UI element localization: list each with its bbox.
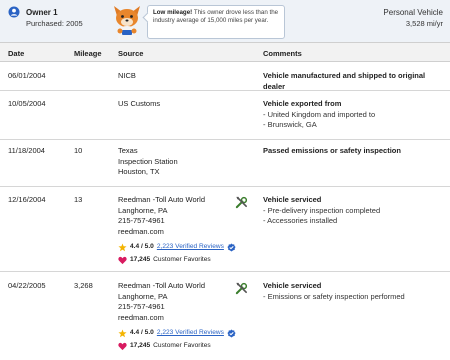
service-tools-icon	[235, 282, 248, 295]
table-row: 11/18/2004 10 Texas Inspection Station H…	[0, 140, 450, 187]
rating-value: 4.4 / 5.0	[130, 329, 154, 337]
column-header-date: Date	[8, 49, 25, 58]
dealer-location: Langhorne, PA	[118, 205, 168, 215]
comment-title: Passed emissions or safety inspection	[263, 146, 401, 155]
favorites-count: 17,245	[130, 342, 151, 350]
owner-header: Owner 1 Purchased: 2005 Low mileage! Thi…	[0, 0, 450, 42]
row-source: Reedman -Toll Auto World Langhorne, PA 2…	[118, 281, 236, 352]
source-line: NICB	[118, 71, 136, 80]
comment-item: - Emissions or safety inspection perform…	[263, 291, 405, 301]
comment-item: - Brunswick, GA	[263, 120, 317, 129]
source-line: Inspection Station	[118, 156, 178, 166]
history-table-header: Date Mileage Source Comments	[0, 42, 450, 62]
row-mileage: 10	[74, 146, 83, 155]
dealer-name: Reedman -Toll Auto World	[118, 195, 205, 204]
owner-person-icon	[8, 6, 20, 18]
customer-favorites: 17,245 Customer Favorites	[118, 341, 236, 352]
verified-badge-icon	[227, 243, 236, 252]
dealer-phone: 215-757-4961	[118, 216, 165, 225]
row-comment: Vehicle exported from - United Kingdom a…	[263, 99, 447, 131]
verified-reviews-link[interactable]: 2,223 Verified Reviews	[157, 328, 224, 339]
star-icon	[118, 329, 127, 338]
row-mileage: 13	[74, 195, 83, 204]
source-line: Texas	[118, 146, 138, 155]
row-date: 11/18/2004	[8, 146, 45, 155]
column-header-mileage: Mileage	[74, 49, 102, 58]
row-source: US Customs	[118, 99, 160, 110]
column-header-source: Source	[118, 49, 144, 58]
row-source: Reedman -Toll Auto World Langhorne, PA 2…	[118, 195, 236, 266]
table-row: 12/16/2004 13 Reedman -Toll Auto World L…	[0, 187, 450, 272]
comment-title: Vehicle serviced	[263, 195, 322, 204]
verified-reviews-link[interactable]: 2,223 Verified Reviews	[157, 242, 224, 253]
row-source: NICB	[118, 71, 136, 82]
row-date: 04/22/2005	[8, 281, 46, 290]
verified-badge-icon	[227, 329, 236, 338]
comment-item: - Accessories installed	[263, 216, 338, 225]
owner-title: Owner 1	[26, 8, 58, 17]
dealer-website: reedman.com	[118, 226, 164, 236]
vehicle-type: Personal Vehicle	[383, 8, 443, 17]
owner-purchased: Purchased: 2005	[26, 19, 83, 28]
table-row: 04/22/2005 3,268 Reedman -Toll Auto Worl…	[0, 272, 450, 360]
heart-icon	[118, 342, 127, 351]
dealer-phone: 215-757-4961	[118, 302, 165, 311]
dealer-website: reedman.com	[118, 312, 164, 322]
rating-value: 4.4 / 5.0	[130, 243, 154, 251]
customer-favorites: 17,245 Customer Favorites	[118, 255, 236, 266]
row-comment: Vehicle serviced - Pre-delivery inspecti…	[263, 195, 447, 227]
row-mileage: 3,268	[74, 281, 93, 290]
comment-title: Vehicle manufactured and shipped to orig…	[263, 71, 426, 91]
favorites-label: Customer Favorites	[153, 256, 211, 264]
source-line: Houston, TX	[118, 167, 160, 176]
service-tools-icon	[235, 196, 248, 209]
dealer-name: Reedman -Toll Auto World	[118, 281, 205, 290]
table-row: 06/01/2004 NICB Vehicle manufactured and…	[0, 62, 450, 91]
row-comment: Passed emissions or safety inspection	[263, 146, 447, 157]
carfax-fox-mascot-icon	[114, 6, 140, 40]
row-source: Texas Inspection Station Houston, TX	[118, 146, 178, 178]
column-header-comments: Comments	[263, 49, 302, 58]
row-comment: Vehicle manufactured and shipped to orig…	[263, 71, 447, 92]
favorites-count: 17,245	[130, 256, 151, 264]
row-comment: Vehicle serviced - Emissions or safety i…	[263, 281, 447, 302]
low-mileage-callout: Low mileage! This owner drove less than …	[147, 5, 285, 39]
dealer-rating: 4.4 / 5.0 2,223 Verified Reviews	[118, 328, 236, 339]
annual-mileage: 3,528 mi/yr	[405, 19, 443, 28]
comment-item: - United Kingdom and imported to	[263, 109, 376, 119]
star-icon	[118, 243, 127, 252]
comment-title: Vehicle exported from	[263, 99, 342, 108]
comment-title: Vehicle serviced	[263, 281, 322, 290]
callout-headline: Low mileage!	[153, 9, 193, 16]
dealer-location: Langhorne, PA	[118, 291, 168, 301]
heart-icon	[118, 256, 127, 265]
source-line: US Customs	[118, 99, 161, 108]
favorites-label: Customer Favorites	[153, 342, 211, 350]
dealer-rating: 4.4 / 5.0 2,223 Verified Reviews	[118, 242, 236, 253]
table-row: 10/05/2004 US Customs Vehicle exported f…	[0, 91, 450, 140]
row-date: 10/05/2004	[8, 99, 46, 108]
row-date: 12/16/2004	[8, 195, 46, 204]
comment-item: - Pre-delivery inspection completed	[263, 205, 381, 215]
row-date: 06/01/2004	[8, 71, 46, 80]
